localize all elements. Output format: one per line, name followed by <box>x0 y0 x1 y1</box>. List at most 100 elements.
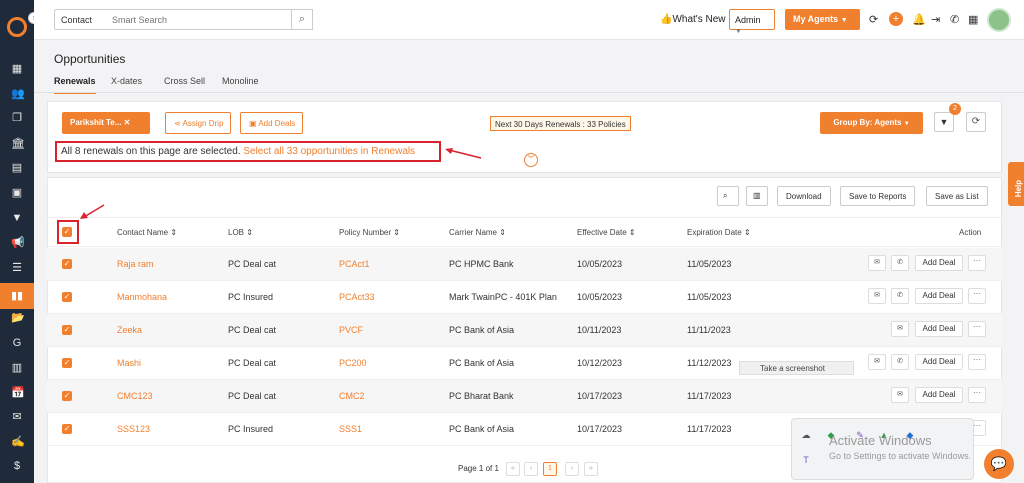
chat-icon[interactable]: 💬 <box>984 449 1014 479</box>
col-carrier-name[interactable]: Carrier Name ⇕ <box>449 228 506 237</box>
add-deal-button[interactable]: Add Deal <box>915 288 963 304</box>
opportunities-icon[interactable]: ▮▮ <box>0 283 34 309</box>
contacts-icon[interactable]: 👥 <box>11 88 25 100</box>
more-icon[interactable]: ··· <box>968 255 986 271</box>
last-page-button[interactable]: » <box>584 462 598 476</box>
col-contact-name[interactable]: Contact Name ⇕ <box>117 228 177 237</box>
col-carrier-name-label: Carrier Name <box>449 228 498 237</box>
add-icon[interactable]: + <box>889 12 903 26</box>
calculator-icon[interactable]: ▦ <box>968 13 978 26</box>
more-icon[interactable]: ··· <box>968 354 986 370</box>
message-icon[interactable]: ✉ <box>891 387 909 403</box>
select-all-link[interactable]: Select all 33 opportunities in Renewals <box>243 146 415 157</box>
row-checkbox[interactable]: ✓ <box>62 358 72 368</box>
message-icon[interactable]: ✉ <box>868 354 886 370</box>
columns-button[interactable]: ▥ <box>746 186 768 206</box>
current-page-button[interactable]: 1 <box>543 462 557 476</box>
help-tab[interactable]: Help <box>1008 162 1024 206</box>
col-expiration-date[interactable]: Expiration Date ⇕ <box>687 228 751 237</box>
policy-number-link[interactable]: PC200 <box>339 358 367 368</box>
row-checkbox[interactable]: ✓ <box>62 424 72 434</box>
mail-icon[interactable]: ✉ <box>11 411 23 423</box>
tab-cross-sell[interactable]: Cross Sell <box>164 76 205 86</box>
add-deal-button[interactable]: Add Deal <box>915 354 963 370</box>
col-policy-number[interactable]: Policy Number ⇕ <box>339 228 400 237</box>
col-effective-date[interactable]: Effective Date ⇕ <box>577 228 636 237</box>
row-checkbox[interactable]: ✓ <box>62 391 72 401</box>
contact-name-link[interactable]: Raja ram <box>117 259 154 269</box>
search-icon[interactable]: ⌕ <box>291 9 313 30</box>
phone-icon[interactable]: ✆ <box>891 255 909 271</box>
row-checkbox[interactable]: ✓ <box>62 325 72 335</box>
tab-x-dates[interactable]: X-dates <box>111 76 142 86</box>
collapse-chevron-icon[interactable]: ︾ <box>524 153 538 167</box>
funnel-icon[interactable]: ▼ <box>11 212 23 224</box>
my-agents-button[interactable]: My Agents ▼ <box>785 9 860 30</box>
prev-page-button[interactable]: ‹ <box>524 462 538 476</box>
agent-chip-label: Parikshit Te... <box>70 118 122 127</box>
more-icon[interactable]: ··· <box>968 321 986 337</box>
contact-card-icon[interactable]: ▣ <box>11 187 23 199</box>
bank-icon[interactable]: 🏛 <box>11 138 25 150</box>
teams-icon[interactable]: T <box>801 455 811 465</box>
policy-number-link[interactable]: PVCF <box>339 325 363 335</box>
next-page-button[interactable]: › <box>565 462 579 476</box>
col-lob[interactable]: LOB ⇕ <box>228 228 253 237</box>
policy-number-link[interactable]: PCAct1 <box>339 259 370 269</box>
tab-monoline[interactable]: Monoline <box>222 76 259 86</box>
google-icon[interactable]: G <box>11 337 23 349</box>
logout-icon[interactable]: ⇥ <box>931 13 940 26</box>
contact-name-link[interactable]: Zeeka <box>117 325 142 335</box>
billing-icon[interactable]: $ <box>11 460 23 472</box>
admin-select[interactable]: Admin ▼ <box>729 9 775 35</box>
calendar-icon[interactable]: 📅 <box>11 387 25 399</box>
list-icon[interactable]: ☰ <box>11 262 23 274</box>
sync-icon[interactable]: ⟳ <box>869 13 878 26</box>
agent-filter-chip[interactable]: Parikshit Te... ✕ <box>62 112 150 134</box>
message-icon[interactable]: ✉ <box>891 321 909 337</box>
dashboard-icon[interactable]: ▦ <box>11 63 23 75</box>
reports-icon[interactable]: ▥ <box>11 362 23 374</box>
folder-icon[interactable]: 📂 <box>11 312 25 324</box>
contact-name-link[interactable]: CMC123 <box>117 391 153 401</box>
policy-number-link[interactable]: PCAct33 <box>339 292 375 302</box>
whats-new-link[interactable]: 👍What's New <box>660 14 726 25</box>
close-icon[interactable]: ✕ <box>124 118 131 127</box>
save-as-list-button[interactable]: Save as List <box>926 186 988 206</box>
download-button[interactable]: Download <box>777 186 831 206</box>
phone-icon[interactable]: ✆ <box>950 13 959 26</box>
row-checkbox[interactable]: ✓ <box>62 259 72 269</box>
phone-icon[interactable]: ✆ <box>891 354 909 370</box>
bell-icon[interactable]: 🔔 <box>912 13 926 26</box>
policy-number-link[interactable]: SSS1 <box>339 424 362 434</box>
documents-icon[interactable]: ❐ <box>11 112 23 124</box>
assign-drip-button[interactable]: ⋖ Assign Drip <box>165 112 231 134</box>
contact-name-link[interactable]: Manmohana <box>117 292 167 302</box>
add-deal-button[interactable]: Add Deal <box>915 321 963 337</box>
refresh-button[interactable]: ⟳ <box>966 112 986 132</box>
contact-name-link[interactable]: Mashi <box>117 358 141 368</box>
first-page-button[interactable]: « <box>506 462 520 476</box>
user-avatar[interactable] <box>987 8 1011 32</box>
row-checkbox[interactable]: ✓ <box>62 292 72 302</box>
smart-search-input[interactable] <box>106 9 292 30</box>
save-to-reports-button[interactable]: Save to Reports <box>840 186 916 206</box>
table-search-button[interactable]: ⌕ <box>717 186 739 206</box>
message-icon[interactable]: ✉ <box>868 255 886 271</box>
add-deal-button[interactable]: Add Deal <box>915 387 963 403</box>
filter-button[interactable]: ▼ <box>934 112 954 132</box>
signature-icon[interactable]: ✍ <box>11 436 25 448</box>
more-icon[interactable]: ··· <box>968 288 986 304</box>
megaphone-icon[interactable]: 📢 <box>11 237 25 249</box>
group-by-button[interactable]: Group By: Agents ▼ <box>820 112 923 134</box>
contact-name-link[interactable]: SSS123 <box>117 424 150 434</box>
cloud-icon[interactable]: ☁ <box>801 430 811 440</box>
more-icon[interactable]: ··· <box>968 387 986 403</box>
message-icon[interactable]: ✉ <box>868 288 886 304</box>
phone-icon[interactable]: ✆ <box>891 288 909 304</box>
notes-icon[interactable]: ▤ <box>11 162 23 174</box>
select-all-checkbox[interactable]: ✓ <box>62 227 72 237</box>
add-deals-button[interactable]: ▣ Add Deals <box>240 112 303 134</box>
add-deal-button[interactable]: Add Deal <box>915 255 963 271</box>
policy-number-link[interactable]: CMC2 <box>339 391 365 401</box>
